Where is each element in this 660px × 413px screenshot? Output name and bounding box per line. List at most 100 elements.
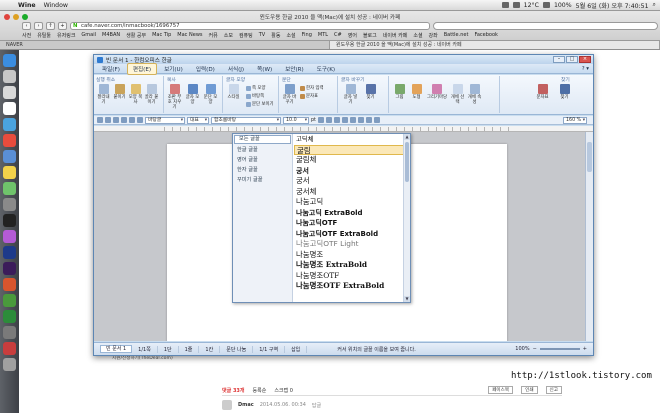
commenter-name[interactable]: Dmac	[238, 402, 254, 408]
cut-button[interactable]: 잘라내기	[96, 84, 111, 105]
underline-icon[interactable]	[333, 117, 340, 123]
bookmark-item[interactable]: Facebook	[474, 32, 498, 40]
bold-icon[interactable]	[317, 117, 324, 123]
find-big-button[interactable]: 찾기	[557, 84, 572, 100]
messages-icon[interactable]	[3, 182, 16, 195]
font-item[interactable]: 나눔명조OTF ExtraBold	[294, 281, 404, 292]
new-doc-icon[interactable]	[97, 117, 103, 123]
bookmark-item[interactable]: Fing	[302, 32, 312, 40]
sidebar-link[interactable]: 지원/신청하기(TheDeal.com)	[112, 356, 173, 362]
font-current[interactable]: 고딕체	[294, 134, 404, 145]
itunes-icon[interactable]	[3, 150, 16, 163]
notes-icon[interactable]	[3, 166, 16, 179]
find-button[interactable]: 찾기	[363, 84, 378, 100]
clear-marks-button[interactable]: 조판 부호 지우기	[167, 84, 182, 110]
align-center-icon[interactable]	[357, 117, 364, 123]
scroll-thumb[interactable]	[405, 142, 409, 182]
align-left-icon[interactable]	[349, 117, 356, 123]
launchpad-icon[interactable]	[3, 70, 16, 83]
mail-icon[interactable]	[3, 86, 16, 99]
master-page-button[interactable]: 바탕쪽	[246, 93, 264, 99]
bookmark-item[interactable]: 활동	[271, 32, 280, 40]
close-icon[interactable]: ×	[579, 56, 591, 63]
bookmark-item[interactable]: TV	[259, 32, 265, 40]
charmap-small-button[interactable]: 문자표	[300, 93, 318, 99]
photos-icon[interactable]	[3, 230, 16, 243]
font-item[interactable]: 나눔고딕OTF	[294, 218, 404, 229]
font-item[interactable]: 굴림체	[294, 155, 404, 166]
menu-edit[interactable]: 편집(E)	[126, 62, 158, 75]
reply-link[interactable]: 답글	[312, 402, 321, 409]
bookmark-item[interactable]: 생활 공부	[126, 32, 146, 40]
object-props-button[interactable]: 개체 속성	[467, 84, 482, 105]
menu-file[interactable]: 파일(F)	[96, 63, 126, 75]
font-list-scrollbar[interactable]: ▲ ▼	[403, 134, 410, 302]
font-item[interactable]: 나눔명조	[294, 250, 404, 261]
bookmark-item[interactable]: M4BAN	[102, 32, 120, 40]
bookmark-item[interactable]: C#	[334, 32, 342, 40]
comment-order[interactable]: 등록순	[253, 387, 267, 394]
menu-page[interactable]: 쪽(W)	[251, 63, 278, 75]
paste-special-button[interactable]: 골라 붙이기	[144, 84, 159, 105]
spotlight-icon[interactable]: ⌕	[653, 1, 656, 9]
share-button[interactable]: 페이스북	[488, 386, 514, 394]
font-item[interactable]: 굴림	[294, 144, 404, 155]
menu-insert[interactable]: 입력(D)	[190, 63, 221, 75]
font-item[interactable]: 궁서	[294, 166, 404, 177]
char-shape-button[interactable]: 글자 모양	[185, 84, 200, 105]
zoom-out-icon[interactable]: −	[533, 346, 537, 352]
charmap-button[interactable]: 문자표	[535, 84, 550, 100]
search-input[interactable]	[433, 21, 658, 30]
undo-icon[interactable]	[129, 117, 135, 123]
bookmark-item[interactable]: Mac News	[177, 32, 202, 40]
bookmark-item[interactable]: 블로그	[363, 32, 377, 40]
scrap-count[interactable]: 스크랩 0	[274, 387, 293, 394]
font-color-icon[interactable]	[341, 117, 348, 123]
bookmark-item[interactable]: 영어	[348, 32, 357, 40]
zoom-in-icon[interactable]: +	[583, 346, 587, 352]
open-icon[interactable]	[105, 117, 111, 123]
battery-percent[interactable]: 100%	[554, 2, 572, 9]
bookmark-item[interactable]: Gmail	[81, 32, 96, 40]
bookmark-item[interactable]: 유틸툴	[37, 32, 51, 40]
settings-icon[interactable]	[3, 198, 16, 211]
bookmark-item[interactable]: 사전	[22, 32, 31, 40]
menu-security[interactable]: 보안(R)	[279, 63, 310, 75]
show-para-button[interactable]: 문단 보이기	[246, 101, 274, 107]
doc-tab[interactable]: 빈 문서 1	[100, 345, 133, 353]
app-icon[interactable]	[3, 326, 16, 339]
bookmark-item[interactable]: MTL	[318, 32, 328, 40]
app-icon[interactable]	[3, 342, 16, 355]
bookmark-item[interactable]: Battle.net	[444, 32, 469, 40]
lang-select[interactable]: 대표	[187, 116, 209, 124]
bookmark-item[interactable]: 소설	[286, 32, 295, 40]
paste-button[interactable]: 붙이기	[112, 84, 127, 100]
drawing-gallery-button[interactable]: 그리기마당	[426, 84, 448, 100]
chrome-icon[interactable]	[3, 134, 16, 147]
hanja-button[interactable]: 한자 입력	[300, 85, 324, 91]
save-icon[interactable]	[113, 117, 119, 123]
back-icon[interactable]: ‹	[22, 21, 31, 30]
premiere-icon[interactable]	[3, 262, 16, 275]
print-button[interactable]: 인쇄	[521, 386, 538, 394]
font-item[interactable]: 나눔명조OTF	[294, 271, 404, 282]
ps-icon[interactable]	[3, 246, 16, 259]
shape-button[interactable]: 도형	[409, 84, 424, 100]
volume-icon[interactable]	[542, 2, 550, 8]
bookmark-item[interactable]: 네이버 카페	[383, 32, 408, 40]
menu-window[interactable]: Window	[40, 2, 72, 9]
app-icon[interactable]	[3, 294, 16, 307]
wifi-icon[interactable]	[512, 2, 520, 8]
print-icon[interactable]	[121, 117, 127, 123]
address-bar[interactable]: cafe.naver.com/inmacbook/1696757	[70, 21, 430, 30]
font-category-english[interactable]: 영어 글꼴	[233, 155, 292, 165]
insert-char-button[interactable]: 글자 넣기	[343, 84, 358, 105]
bookmark-item[interactable]: 커뮤	[209, 32, 218, 40]
menu-view[interactable]: 보기(U)	[158, 63, 189, 75]
font-category-korean[interactable]: 한글 글꼴	[233, 145, 292, 155]
font-category-hanja[interactable]: 한자 글꼴	[233, 165, 292, 175]
font-category-all[interactable]: 모든 글꼴	[234, 135, 291, 144]
italic-icon[interactable]	[325, 117, 332, 123]
font-select[interactable]: 함초롬바탕	[211, 116, 281, 124]
add-tab-icon[interactable]: +	[58, 21, 67, 30]
